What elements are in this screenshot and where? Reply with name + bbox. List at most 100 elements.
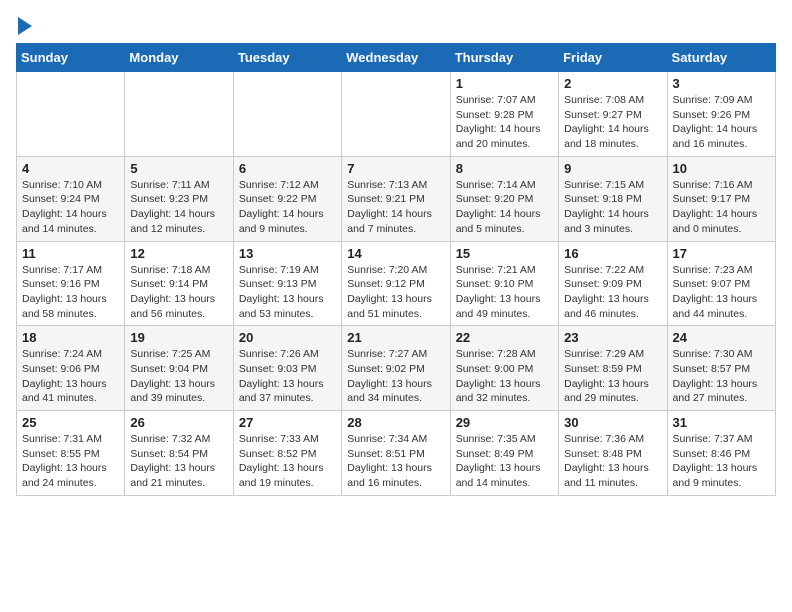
day-info: Sunrise: 7:23 AM Sunset: 9:07 PM Dayligh…	[673, 263, 770, 322]
weekday-header-cell: Friday	[559, 44, 667, 72]
day-number: 5	[130, 161, 227, 176]
calendar-week-row: 25 Sunrise: 7:31 AM Sunset: 8:55 PM Dayli…	[17, 411, 776, 496]
day-number: 4	[22, 161, 119, 176]
calendar-day-cell: 7 Sunrise: 7:13 AM Sunset: 9:21 PM Daylig…	[342, 156, 450, 241]
weekday-header-cell: Wednesday	[342, 44, 450, 72]
day-info: Sunrise: 7:19 AM Sunset: 9:13 PM Dayligh…	[239, 263, 336, 322]
day-info: Sunrise: 7:27 AM Sunset: 9:02 PM Dayligh…	[347, 347, 444, 406]
calendar-day-cell: 9Sunrise: 7:15 AM Sunset: 9:18 PM Daylig…	[559, 156, 667, 241]
day-info: Sunrise: 7:32 AM Sunset: 8:54 PM Dayligh…	[130, 432, 227, 491]
calendar-day-cell: 17 Sunrise: 7:23 AM Sunset: 9:07 PM Dayli…	[667, 241, 775, 326]
calendar-header: SundayMondayTuesdayWednesdayThursdayFrid…	[17, 44, 776, 72]
weekday-header-cell: Thursday	[450, 44, 558, 72]
day-info: Sunrise: 7:13 AM Sunset: 9:21 PM Dayligh…	[347, 178, 444, 237]
calendar-week-row: 18 Sunrise: 7:24 AM Sunset: 9:06 PM Dayli…	[17, 326, 776, 411]
day-info: Sunrise: 7:35 AM Sunset: 8:49 PM Dayligh…	[456, 432, 553, 491]
calendar-day-cell: 8Sunrise: 7:14 AM Sunset: 9:20 PM Daylig…	[450, 156, 558, 241]
calendar-day-cell: 5 Sunrise: 7:11 AM Sunset: 9:23 PM Daylig…	[125, 156, 233, 241]
calendar-day-cell	[125, 72, 233, 157]
day-number: 10	[673, 161, 770, 176]
day-number: 1	[456, 76, 553, 91]
weekday-header-cell: Saturday	[667, 44, 775, 72]
calendar-day-cell: 13 Sunrise: 7:19 AM Sunset: 9:13 PM Dayli…	[233, 241, 341, 326]
day-number: 21	[347, 330, 444, 345]
day-number: 19	[130, 330, 227, 345]
day-number: 22	[456, 330, 553, 345]
day-info: Sunrise: 7:33 AM Sunset: 8:52 PM Dayligh…	[239, 432, 336, 491]
day-info: Sunrise: 7:18 AM Sunset: 9:14 PM Dayligh…	[130, 263, 227, 322]
calendar-day-cell: 14 Sunrise: 7:20 AM Sunset: 9:12 PM Dayli…	[342, 241, 450, 326]
calendar-day-cell: 16Sunrise: 7:22 AM Sunset: 9:09 PM Dayli…	[559, 241, 667, 326]
calendar-day-cell: 12 Sunrise: 7:18 AM Sunset: 9:14 PM Dayli…	[125, 241, 233, 326]
day-info: Sunrise: 7:16 AM Sunset: 9:17 PM Dayligh…	[673, 178, 770, 237]
day-number: 6	[239, 161, 336, 176]
day-info: Sunrise: 7:21 AM Sunset: 9:10 PM Dayligh…	[456, 263, 553, 322]
calendar-week-row: 1 Sunrise: 7:07 AM Sunset: 9:28 PM Daylig…	[17, 72, 776, 157]
day-info: Sunrise: 7:29 AM Sunset: 8:59 PM Dayligh…	[564, 347, 661, 406]
calendar-day-cell: 4 Sunrise: 7:10 AM Sunset: 9:24 PM Daylig…	[17, 156, 125, 241]
calendar-day-cell: 1 Sunrise: 7:07 AM Sunset: 9:28 PM Daylig…	[450, 72, 558, 157]
day-info: Sunrise: 7:20 AM Sunset: 9:12 PM Dayligh…	[347, 263, 444, 322]
calendar-day-cell: 27Sunrise: 7:33 AM Sunset: 8:52 PM Dayli…	[233, 411, 341, 496]
calendar-table: SundayMondayTuesdayWednesdayThursdayFrid…	[16, 43, 776, 496]
day-number: 29	[456, 415, 553, 430]
calendar-day-cell: 11Sunrise: 7:17 AM Sunset: 9:16 PM Dayli…	[17, 241, 125, 326]
calendar-day-cell: 10 Sunrise: 7:16 AM Sunset: 9:17 PM Dayli…	[667, 156, 775, 241]
calendar-week-row: 11Sunrise: 7:17 AM Sunset: 9:16 PM Dayli…	[17, 241, 776, 326]
calendar-body: 1 Sunrise: 7:07 AM Sunset: 9:28 PM Daylig…	[17, 72, 776, 496]
day-info: Sunrise: 7:36 AM Sunset: 8:48 PM Dayligh…	[564, 432, 661, 491]
day-info: Sunrise: 7:30 AM Sunset: 8:57 PM Dayligh…	[673, 347, 770, 406]
calendar-day-cell: 2 Sunrise: 7:08 AM Sunset: 9:27 PM Daylig…	[559, 72, 667, 157]
calendar-day-cell: 23 Sunrise: 7:29 AM Sunset: 8:59 PM Dayli…	[559, 326, 667, 411]
calendar-day-cell	[233, 72, 341, 157]
weekday-header-cell: Monday	[125, 44, 233, 72]
calendar-day-cell: 31 Sunrise: 7:37 AM Sunset: 8:46 PM Dayli…	[667, 411, 775, 496]
calendar-day-cell: 20 Sunrise: 7:26 AM Sunset: 9:03 PM Dayli…	[233, 326, 341, 411]
day-number: 28	[347, 415, 444, 430]
day-number: 8	[456, 161, 553, 176]
calendar-day-cell: 3 Sunrise: 7:09 AM Sunset: 9:26 PM Daylig…	[667, 72, 775, 157]
calendar-day-cell: 15 Sunrise: 7:21 AM Sunset: 9:10 PM Dayli…	[450, 241, 558, 326]
day-number: 14	[347, 246, 444, 261]
calendar-day-cell: 25 Sunrise: 7:31 AM Sunset: 8:55 PM Dayli…	[17, 411, 125, 496]
calendar-day-cell: 18 Sunrise: 7:24 AM Sunset: 9:06 PM Dayli…	[17, 326, 125, 411]
day-info: Sunrise: 7:24 AM Sunset: 9:06 PM Dayligh…	[22, 347, 119, 406]
calendar-day-cell: 30 Sunrise: 7:36 AM Sunset: 8:48 PM Dayli…	[559, 411, 667, 496]
day-info: Sunrise: 7:07 AM Sunset: 9:28 PM Dayligh…	[456, 93, 553, 152]
day-number: 25	[22, 415, 119, 430]
calendar-day-cell: 22 Sunrise: 7:28 AM Sunset: 9:00 PM Dayli…	[450, 326, 558, 411]
calendar-day-cell: 29 Sunrise: 7:35 AM Sunset: 8:49 PM Dayli…	[450, 411, 558, 496]
day-info: Sunrise: 7:37 AM Sunset: 8:46 PM Dayligh…	[673, 432, 770, 491]
calendar-day-cell: 26Sunrise: 7:32 AM Sunset: 8:54 PM Dayli…	[125, 411, 233, 496]
day-number: 24	[673, 330, 770, 345]
day-number: 23	[564, 330, 661, 345]
calendar-day-cell: 19 Sunrise: 7:25 AM Sunset: 9:04 PM Dayli…	[125, 326, 233, 411]
day-number: 30	[564, 415, 661, 430]
calendar-day-cell: 28Sunrise: 7:34 AM Sunset: 8:51 PM Dayli…	[342, 411, 450, 496]
calendar-day-cell	[342, 72, 450, 157]
day-number: 12	[130, 246, 227, 261]
weekday-header-cell: Tuesday	[233, 44, 341, 72]
day-number: 2	[564, 76, 661, 91]
day-info: Sunrise: 7:15 AM Sunset: 9:18 PM Dayligh…	[564, 178, 661, 237]
day-number: 18	[22, 330, 119, 345]
weekday-header-row: SundayMondayTuesdayWednesdayThursdayFrid…	[17, 44, 776, 72]
day-number: 20	[239, 330, 336, 345]
day-number: 15	[456, 246, 553, 261]
day-info: Sunrise: 7:11 AM Sunset: 9:23 PM Dayligh…	[130, 178, 227, 237]
day-info: Sunrise: 7:31 AM Sunset: 8:55 PM Dayligh…	[22, 432, 119, 491]
day-info: Sunrise: 7:10 AM Sunset: 9:24 PM Dayligh…	[22, 178, 119, 237]
day-info: Sunrise: 7:25 AM Sunset: 9:04 PM Dayligh…	[130, 347, 227, 406]
day-number: 17	[673, 246, 770, 261]
day-number: 3	[673, 76, 770, 91]
day-info: Sunrise: 7:09 AM Sunset: 9:26 PM Dayligh…	[673, 93, 770, 152]
day-info: Sunrise: 7:08 AM Sunset: 9:27 PM Dayligh…	[564, 93, 661, 152]
day-info: Sunrise: 7:28 AM Sunset: 9:00 PM Dayligh…	[456, 347, 553, 406]
day-info: Sunrise: 7:26 AM Sunset: 9:03 PM Dayligh…	[239, 347, 336, 406]
day-number: 7	[347, 161, 444, 176]
weekday-header-cell: Sunday	[17, 44, 125, 72]
day-number: 13	[239, 246, 336, 261]
day-number: 31	[673, 415, 770, 430]
header	[16, 16, 776, 35]
day-number: 16	[564, 246, 661, 261]
